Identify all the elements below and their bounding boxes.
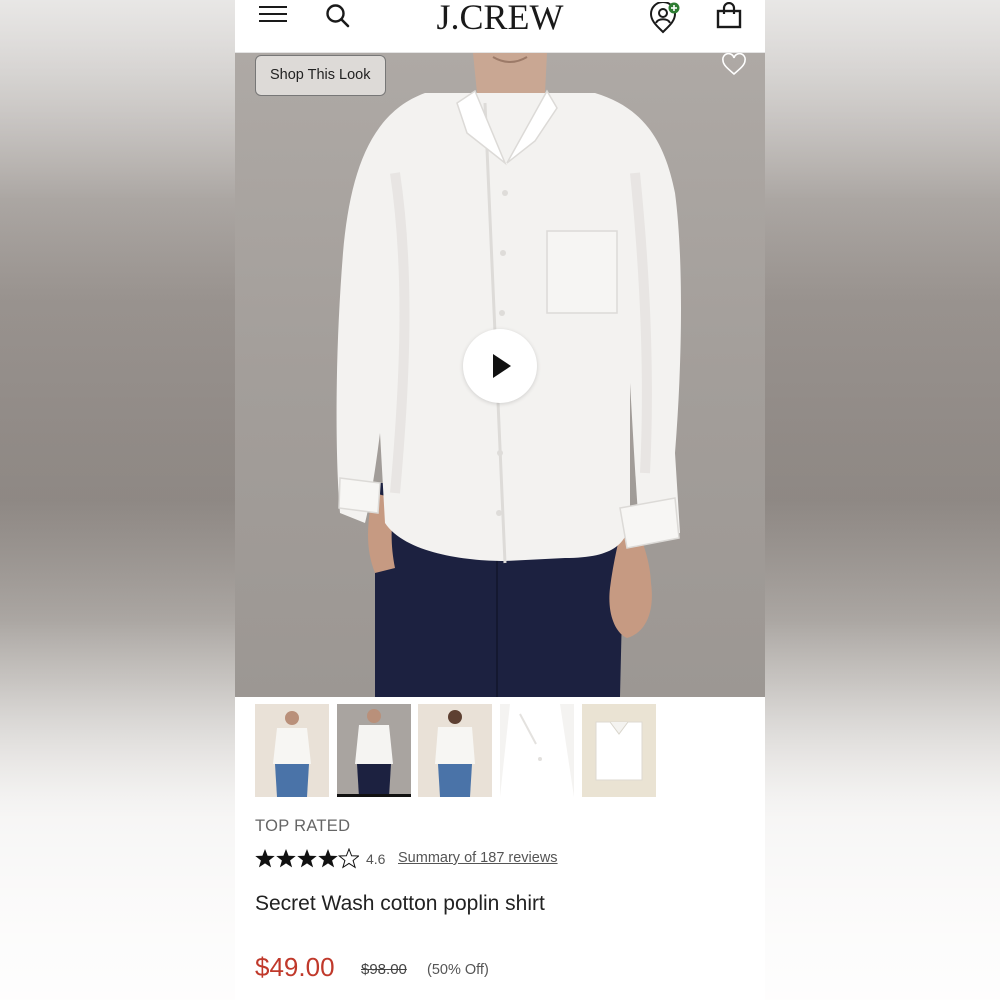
play-button[interactable] [463,329,537,403]
rating-row: 4.6 Summary of 187 reviews [255,848,655,872]
thumbnail-4[interactable] [500,704,574,797]
product-title: Secret Wash cotton poplin shirt [255,892,545,915]
product-page: J.CREW Shop This Look TOP RATED 4.6 Summ… [235,0,765,1000]
search-icon[interactable] [324,2,352,30]
original-price: $98.00 [361,961,407,978]
star-rating-icon [255,848,359,869]
discount-label: (50% Off) [427,962,489,978]
menu-icon[interactable] [259,4,289,26]
thumbnail-5[interactable] [582,704,656,797]
top-rated-badge: TOP RATED [255,817,351,835]
top-nav: J.CREW [235,0,765,53]
bag-icon[interactable] [715,2,743,30]
reviews-summary-link[interactable]: Summary of 187 reviews [398,850,558,866]
thumbnail-2[interactable] [337,704,411,797]
sale-price: $49.00 [255,952,335,982]
brand-logo[interactable]: J.CREW [425,0,575,38]
account-icon[interactable] [648,2,682,34]
right-backdrop [765,0,1000,1000]
price-row: $49.00 $98.00 (50% Off) [255,952,755,986]
thumbnail-3[interactable] [418,704,492,797]
thumbnail-1[interactable] [255,704,329,797]
product-hero-video[interactable]: Shop This Look [235,53,765,697]
rating-value: 4.6 [366,851,386,867]
shop-this-look-button[interactable]: Shop This Look [255,55,386,96]
left-backdrop [0,0,235,1000]
play-icon [493,354,511,378]
heart-icon[interactable] [721,53,747,77]
